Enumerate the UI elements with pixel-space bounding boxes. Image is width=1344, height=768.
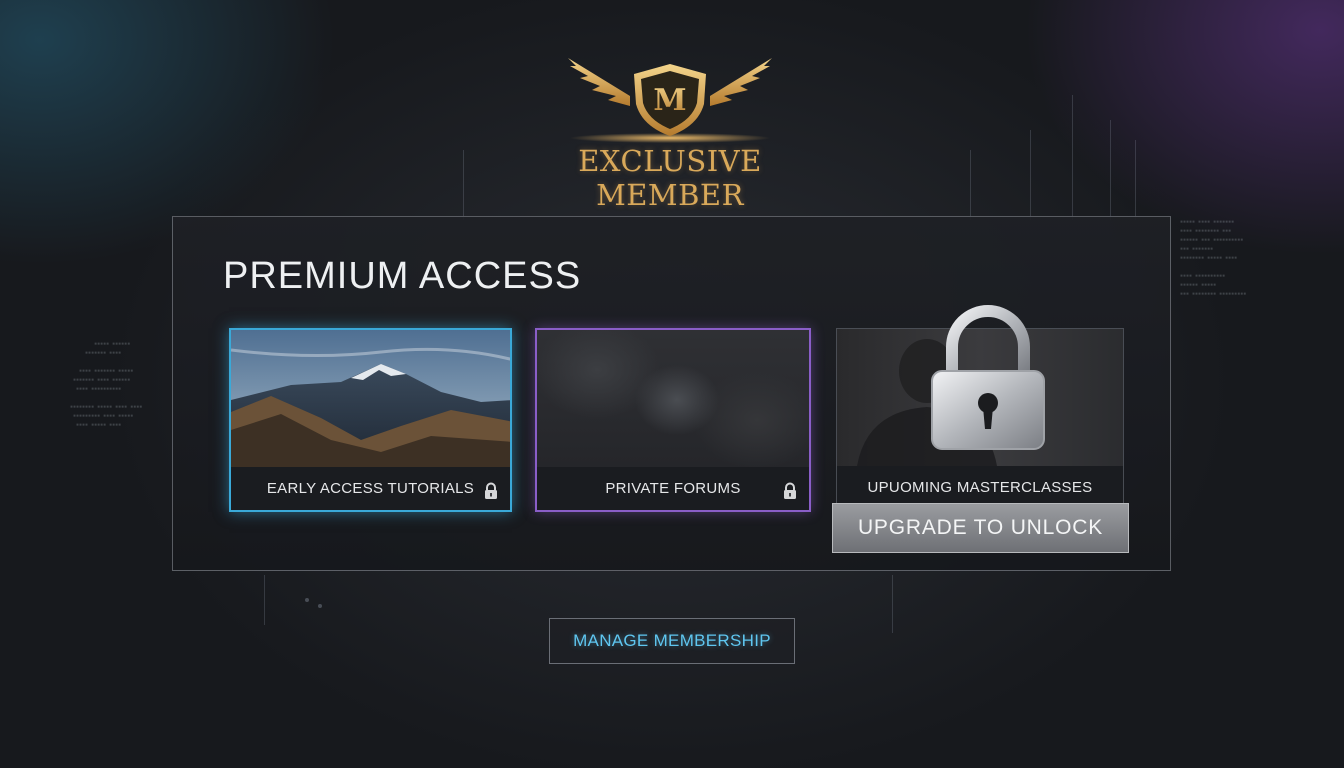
card-label: UPUOMING MASTERCLASSES	[867, 479, 1093, 496]
blurred-image	[537, 330, 809, 467]
premium-access-panel: PREMIUM ACCESS EARLY ACCESS TUTORIALS PR…	[172, 216, 1171, 571]
logo-text: EXCLUSIVE MEMBER	[578, 144, 762, 212]
manage-membership-button[interactable]: MANAGE MEMBERSHIP	[549, 618, 795, 664]
panel-title: PREMIUM ACCESS	[223, 255, 582, 297]
card-footer: UPUOMING MASTERCLASSES	[837, 466, 1123, 503]
card-footer: PRIVATE FORUMS	[537, 467, 809, 510]
padlock-icon	[931, 305, 1045, 450]
mountain-image	[231, 330, 510, 467]
lock-icon	[485, 482, 497, 499]
card-footer: EARLY ACCESS TUTORIALS	[231, 467, 510, 510]
lock-icon	[784, 482, 796, 499]
card-label: EARLY ACCESS TUTORIALS	[266, 480, 475, 497]
private-forums-card[interactable]: PRIVATE FORUMS	[535, 328, 811, 512]
membership-logo: M EXCLUSIVE MEMBER	[520, 52, 820, 212]
early-access-tutorials-card[interactable]: EARLY ACCESS TUTORIALS	[229, 328, 512, 512]
winged-shield-icon: M	[568, 58, 772, 143]
card-label: PRIVATE FORUMS	[605, 480, 741, 497]
upgrade-to-unlock-button[interactable]: UPGRADE TO UNLOCK	[832, 503, 1129, 553]
logo-letter: M	[653, 83, 686, 118]
